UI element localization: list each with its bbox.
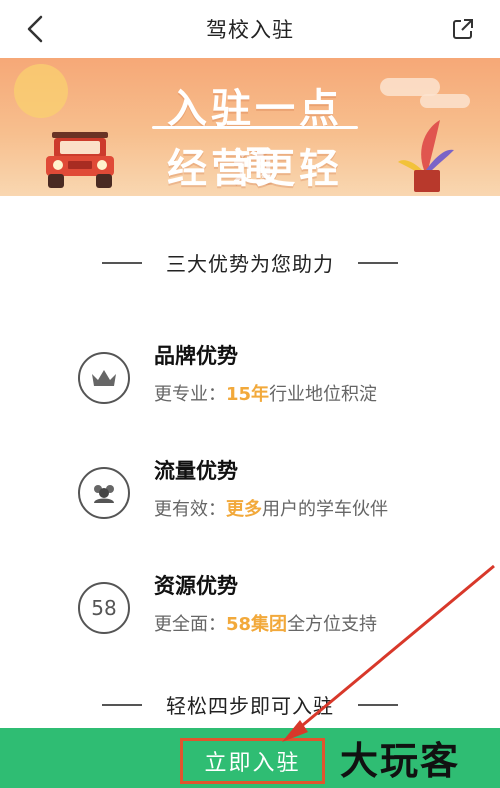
plant-icon <box>398 120 454 192</box>
desc-highlight: 更多 <box>226 499 262 520</box>
page-title: 驾校入驻 <box>206 18 294 42</box>
promo-banner: 入驻一点通 经营更轻松 <box>0 58 500 196</box>
banner-subheadline: 经营更轻松 <box>167 146 343 192</box>
heading-divider-right <box>358 703 398 706</box>
sun-decoration <box>14 64 68 118</box>
advantage-title: 品牌优势 <box>154 344 238 368</box>
desc-highlight: 58集团 <box>226 614 288 635</box>
desc-suffix: 行业地位积淀 <box>269 384 378 405</box>
nav-bar: 驾校入驻 <box>0 0 500 58</box>
heading-divider-left <box>102 703 142 706</box>
desc-highlight: 15年 <box>226 384 270 405</box>
cloud-decoration <box>420 94 470 108</box>
advantage-item-resource: 58 资源优势 更全面：58集团全方位支持 <box>78 570 478 650</box>
heading-divider-right <box>358 261 398 264</box>
desc-prefix: 更专业： <box>154 384 226 405</box>
advantages-heading-text: 三大优势为您助力 <box>166 252 334 276</box>
58-icon: 58 <box>78 582 130 634</box>
desc-suffix: 全方位支持 <box>287 614 378 635</box>
heading-divider-left <box>102 261 142 264</box>
car-icon <box>46 132 114 188</box>
banner-divider <box>152 126 358 129</box>
crown-icon <box>78 352 130 404</box>
desc-prefix: 更有效： <box>154 499 226 520</box>
advantage-desc: 更有效：更多用户的学车伙伴 <box>154 495 388 521</box>
advantages-heading: 三大优势为您助力 <box>0 248 500 277</box>
chevron-left-icon <box>27 15 43 43</box>
steps-heading: 轻松四步即可入驻 <box>0 690 500 719</box>
advantage-title: 资源优势 <box>154 574 238 598</box>
share-button[interactable] <box>446 12 480 46</box>
back-button[interactable] <box>18 12 52 46</box>
advantage-desc: 更专业：15年行业地位积淀 <box>154 380 377 406</box>
users-icon <box>78 467 130 519</box>
58-icon-text: 58 <box>91 596 117 620</box>
advantage-item-brand: 品牌优势 更专业：15年行业地位积淀 <box>78 340 478 420</box>
join-now-button[interactable]: 立即入驻 <box>180 738 325 784</box>
advantage-title: 流量优势 <box>154 459 238 483</box>
external-share-icon <box>453 19 473 39</box>
desc-suffix: 用户的学车伙伴 <box>262 499 388 520</box>
watermark: 大玩客 <box>340 739 461 783</box>
steps-heading-text: 轻松四步即可入驻 <box>166 694 334 718</box>
advantage-item-traffic: 流量优势 更有效：更多用户的学车伙伴 <box>78 455 478 535</box>
advantage-desc: 更全面：58集团全方位支持 <box>154 610 377 636</box>
desc-prefix: 更全面： <box>154 614 226 635</box>
